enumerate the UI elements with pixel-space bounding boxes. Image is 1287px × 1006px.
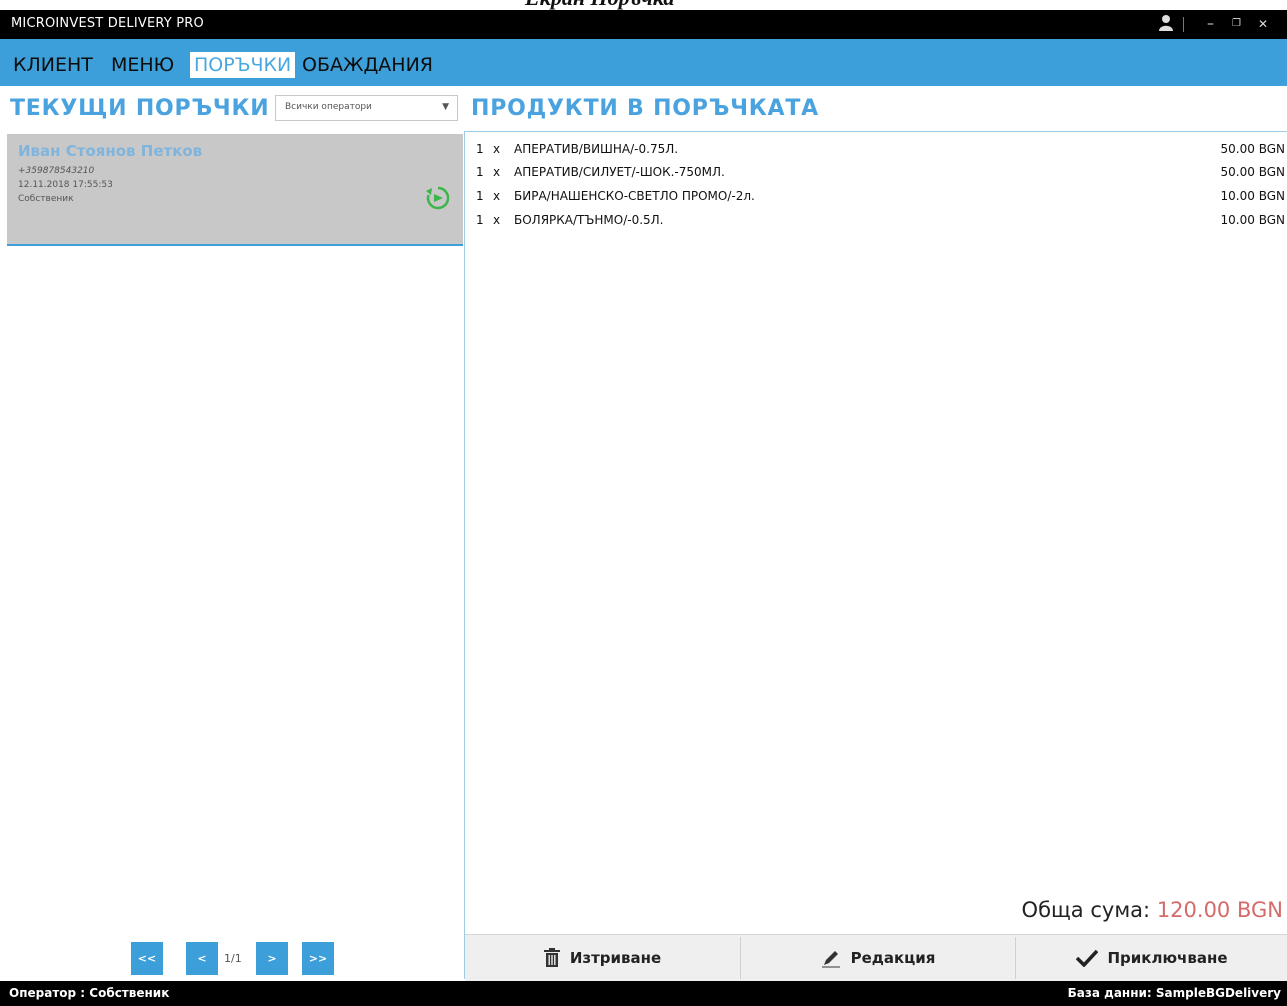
- document-caption: Екран Поръчка: [0, 0, 1287, 10]
- status-database: База данни: SampleBGDelivery: [1067, 986, 1281, 1000]
- pencil-icon: [821, 950, 840, 967]
- product-qty: 1: [476, 142, 484, 156]
- checkmark-icon: [1075, 949, 1098, 967]
- order-products-title: ПРОДУКТИ В ПОРЪЧКАТА: [471, 96, 820, 121]
- close-icon[interactable]: ✕: [1258, 14, 1268, 34]
- pager-prev-button[interactable]: <: [186, 942, 218, 975]
- title-separator: [1183, 17, 1184, 32]
- product-qty: 1: [476, 213, 484, 227]
- product-x: x: [493, 165, 501, 179]
- product-qty: 1: [476, 165, 484, 179]
- product-x: x: [493, 142, 501, 156]
- panel-divider: [464, 131, 465, 979]
- user-icon[interactable]: [1158, 14, 1174, 38]
- operator-filter-select[interactable]: Всички оператори ▼: [275, 95, 458, 121]
- product-name: БИРА/НАШЕНСКО-СВЕТЛО ПРОМО/-2л.: [514, 189, 755, 203]
- product-name: АПЕРАТИВ/ВИШНА/-0.75Л.: [514, 142, 679, 156]
- pager-label: 1/1: [224, 952, 242, 965]
- status-operator: Оператор : Собственик: [9, 986, 170, 1000]
- edit-label: Редакция: [850, 948, 936, 967]
- tab-client[interactable]: КЛИЕНТ: [9, 52, 97, 78]
- pager-first-button[interactable]: <<: [131, 942, 163, 975]
- product-x: x: [493, 213, 501, 227]
- complete-button[interactable]: Приключване: [1016, 934, 1287, 981]
- minimize-icon[interactable]: –: [1207, 14, 1214, 34]
- delete-label: Изтриване: [569, 948, 662, 967]
- pager-next-button[interactable]: >: [256, 942, 288, 975]
- delete-button[interactable]: Изтриване: [465, 934, 740, 981]
- product-price: 50.00 BGN: [1220, 165, 1285, 179]
- operator-filter-value: Всички оператори: [285, 102, 372, 112]
- current-orders-title: ТЕКУЩИ ПОРЪЧКИ: [10, 96, 270, 121]
- status-bar: Оператор : Собственик База данни: Sample…: [0, 981, 1287, 1006]
- product-row[interactable]: 1 x БОЛЯРКА/ТЪНМО/-0.5Л. 10.00 BGN: [0, 210, 1287, 232]
- tab-calls[interactable]: ОБАЖДАНИЯ: [298, 52, 437, 78]
- chevron-down-icon: ▼: [442, 102, 449, 112]
- restore-icon[interactable]: ❐: [1232, 14, 1241, 34]
- products-header-divider: [464, 131, 1287, 132]
- tab-orders[interactable]: ПОРЪЧКИ: [190, 52, 296, 78]
- product-qty: 1: [476, 189, 484, 203]
- caption-text: Екран Поръчка: [525, 0, 674, 10]
- product-name: АПЕРАТИВ/СИЛУЕТ/-ШОК.-750МЛ.: [514, 165, 725, 179]
- product-row[interactable]: 1 x БИРА/НАШЕНСКО-СВЕТЛО ПРОМО/-2л. 10.0…: [0, 186, 1287, 208]
- order-total: Обща сума: 120.00 BGN: [1022, 898, 1283, 922]
- total-label: Обща сума:: [1021, 898, 1151, 922]
- title-bar: MICROINVEST DELIVERY PRO – ❐ ✕: [0, 10, 1287, 39]
- product-price: 50.00 BGN: [1220, 142, 1285, 156]
- complete-label: Приключване: [1107, 948, 1228, 967]
- product-name: БОЛЯРКА/ТЪНМО/-0.5Л.: [514, 213, 664, 227]
- tab-menu[interactable]: МЕНЮ: [107, 52, 178, 78]
- product-row[interactable]: 1 x АПЕРАТИВ/ВИШНА/-0.75Л. 50.00 BGN: [0, 139, 1287, 161]
- app-title: MICROINVEST DELIVERY PRO: [11, 16, 204, 31]
- product-price: 10.00 BGN: [1220, 189, 1285, 203]
- product-x: x: [493, 189, 501, 203]
- product-row[interactable]: 1 x АПЕРАТИВ/СИЛУЕТ/-ШОК.-750МЛ. 50.00 B…: [0, 162, 1287, 184]
- total-amount: 120.00 BGN: [1156, 898, 1283, 922]
- pager-last-button[interactable]: >>: [302, 942, 334, 975]
- product-price: 10.00 BGN: [1220, 213, 1285, 227]
- edit-button[interactable]: Редакция: [741, 934, 1015, 981]
- trash-icon: [543, 948, 560, 967]
